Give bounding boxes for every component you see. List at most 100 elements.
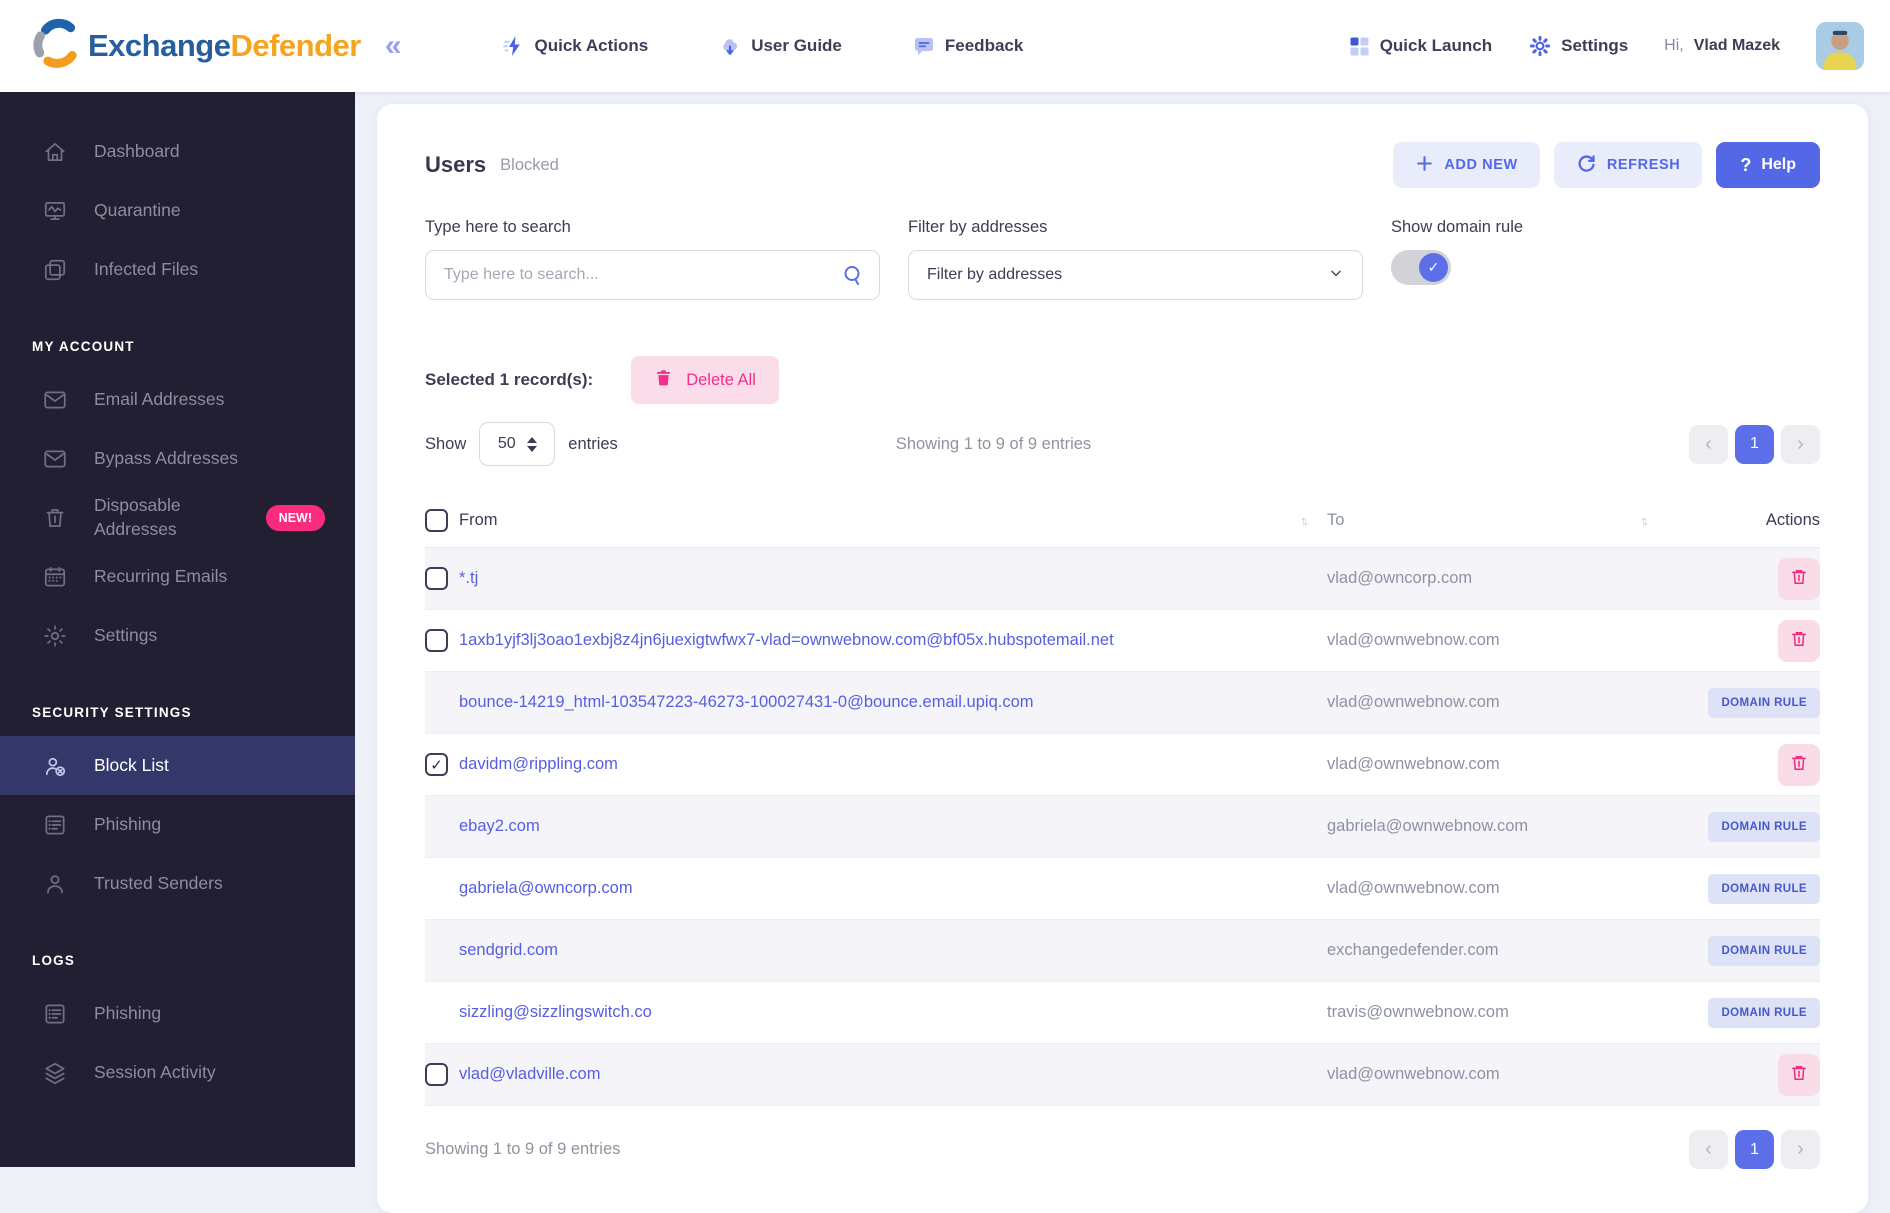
sidebar-nav: DashboardQuarantineInfected FilesMY ACCO… <box>0 92 355 1102</box>
sidebar-item-infected-files[interactable]: Infected Files <box>0 240 355 299</box>
row-checkbox[interactable] <box>425 629 448 652</box>
sidebar-item-quarantine[interactable]: Quarantine <box>0 181 355 240</box>
table-row: gabriela@owncorp.comvlad@ownwebnow.comDO… <box>425 858 1820 920</box>
sidebar-item-session-activity[interactable]: Session Activity <box>0 1043 355 1102</box>
list-icon <box>42 812 68 838</box>
from-address[interactable]: gabriela@owncorp.com <box>459 879 647 898</box>
from-address[interactable]: davidm@rippling.com <box>459 755 632 774</box>
help-button[interactable]: ? Help <box>1716 142 1820 188</box>
column-header-to[interactable]: To <box>1327 511 1344 530</box>
new-badge: NEW! <box>266 505 325 531</box>
envelope-icon <box>42 387 68 413</box>
menu-item-quick-actions[interactable]: Quick Actions <box>502 34 649 58</box>
menu-item-settings[interactable]: Settings <box>1528 34 1628 58</box>
from-address[interactable]: sendgrid.com <box>459 941 572 960</box>
swirl-logo-icon <box>30 18 82 75</box>
pagination-prev-button[interactable]: ‹ <box>1689 425 1728 464</box>
sidebar-item-settings[interactable]: Settings <box>0 606 355 665</box>
sidebar-item-phishing[interactable]: Phishing <box>0 795 355 854</box>
sidebar-item-dashboard[interactable]: Dashboard <box>0 122 355 181</box>
pagination-bottom: ‹ 1 › <box>1689 1130 1820 1169</box>
sidebar-item-disposable-addresses[interactable]: Disposable AddressesNEW! <box>0 488 355 547</box>
delete-row-button[interactable] <box>1778 1054 1820 1096</box>
page-subtitle: Blocked <box>500 156 559 175</box>
trash-icon <box>1789 567 1809 590</box>
brand-logo[interactable]: ExchangeDefender <box>30 18 361 75</box>
to-address: vlad@ownwebnow.com <box>1327 693 1667 712</box>
to-address: vlad@owncorp.com <box>1327 569 1667 588</box>
cloud-download-icon <box>718 34 742 58</box>
main-area: Users Blocked ADD NEW REFRESH ? <box>355 92 1890 1167</box>
search-input[interactable] <box>425 250 880 300</box>
chat-bubble-icon <box>912 34 936 58</box>
add-new-button[interactable]: ADD NEW <box>1393 142 1539 188</box>
from-address[interactable]: *.tj <box>459 569 492 588</box>
sort-icon[interactable]: ↑↓ <box>1640 513 1645 528</box>
pagination-page-button[interactable]: 1 <box>1735 425 1774 464</box>
top-bar: ExchangeDefender « Quick Actions User Gui… <box>0 0 1890 92</box>
gear-solid-icon <box>1528 34 1552 58</box>
sidebar-item-email-addresses[interactable]: Email Addresses <box>0 370 355 429</box>
from-address[interactable]: 1axb1yjf3lj3oao1exbj8z4jn6juexigtwfwx7-v… <box>459 631 1128 650</box>
row-checkbox[interactable] <box>425 567 448 590</box>
table-row: *.tj vlad@owncorp.com <box>425 548 1820 610</box>
pagination-prev-button[interactable]: ‹ <box>1689 1130 1728 1169</box>
from-address[interactable]: ebay2.com <box>459 817 554 836</box>
from-address[interactable]: bounce-14219_html-103547223-46273-100027… <box>459 693 1048 712</box>
sidebar-section-logs: LOGS <box>0 913 355 984</box>
refresh-button[interactable]: REFRESH <box>1554 142 1703 188</box>
menu-item-user-guide[interactable]: User Guide <box>718 34 842 58</box>
filter-addresses-select[interactable]: Filter by addresses <box>908 250 1363 300</box>
pagination-next-button[interactable]: › <box>1781 1130 1820 1169</box>
search-label: Type here to search <box>425 218 880 237</box>
trash-icon <box>42 505 68 531</box>
refresh-icon <box>1576 153 1597 178</box>
pagination-page-button[interactable]: 1 <box>1735 1130 1774 1169</box>
entries-label: entries <box>568 435 618 454</box>
envelope-icon <box>42 446 68 472</box>
from-address[interactable]: vlad@vladville.com <box>459 1065 614 1084</box>
sidebar-collapse-icon[interactable]: « <box>385 31 402 61</box>
pagination-next-button[interactable]: › <box>1781 425 1820 464</box>
plus-icon <box>1415 154 1434 177</box>
sidebar-item-bypass-addresses[interactable]: Bypass Addresses <box>0 429 355 488</box>
user-icon <box>42 871 68 897</box>
from-address[interactable]: sizzling@sizzlingswitch.co <box>459 1003 666 1022</box>
content-card: Users Blocked ADD NEW REFRESH ? <box>377 104 1868 1213</box>
domain-rule-badge: DOMAIN RULE <box>1708 812 1820 842</box>
menu-item-feedback[interactable]: Feedback <box>912 34 1023 58</box>
delete-row-button[interactable] <box>1778 744 1820 786</box>
table-row: 1axb1yjf3lj3oao1exbj8z4jn6juexigtwfwx7-v… <box>425 610 1820 672</box>
page-title: Users <box>425 152 486 178</box>
to-address: travis@ownwebnow.com <box>1327 1003 1667 1022</box>
show-domain-rule-toggle[interactable]: ✓ <box>1391 250 1451 285</box>
gear-icon <box>42 623 68 649</box>
search-icon[interactable] <box>841 263 865 287</box>
sidebar-item-phishing[interactable]: Phishing <box>0 984 355 1043</box>
delete-row-button[interactable] <box>1778 620 1820 662</box>
sort-icon[interactable]: ↑↓ <box>1300 513 1305 528</box>
select-all-checkbox[interactable] <box>425 509 448 532</box>
avatar[interactable] <box>1816 22 1864 70</box>
sidebar: DashboardQuarantineInfected FilesMY ACCO… <box>0 92 355 1167</box>
table-row: ebay2.comgabriela@ownwebnow.comDOMAIN RU… <box>425 796 1820 858</box>
user-name[interactable]: Vlad Mazek <box>1694 37 1780 55</box>
menu-item-quick-launch[interactable]: Quick Launch <box>1347 34 1492 58</box>
delete-row-button[interactable] <box>1778 558 1820 600</box>
show-label: Show <box>425 435 466 454</box>
sidebar-section-security-settings: SECURITY SETTINGS <box>0 665 355 736</box>
sidebar-item-block-list[interactable]: Block List <box>0 736 355 795</box>
monitor-pulse-icon <box>42 198 68 224</box>
domain-rule-badge: DOMAIN RULE <box>1708 936 1820 966</box>
spinner-arrows-icon <box>527 437 537 452</box>
sidebar-item-trusted-senders[interactable]: Trusted Senders <box>0 854 355 913</box>
layers-icon <box>42 1060 68 1086</box>
trash-icon <box>1789 1063 1809 1086</box>
delete-all-button[interactable]: Delete All <box>631 356 779 404</box>
entries-per-page-select[interactable]: 50 <box>479 422 555 466</box>
row-checkbox[interactable] <box>425 1063 448 1086</box>
sidebar-item-recurring-emails[interactable]: Recurring Emails <box>0 547 355 606</box>
row-checkbox[interactable]: ✓ <box>425 753 448 776</box>
calendar-icon <box>42 564 68 590</box>
column-header-from[interactable]: From <box>459 511 498 530</box>
